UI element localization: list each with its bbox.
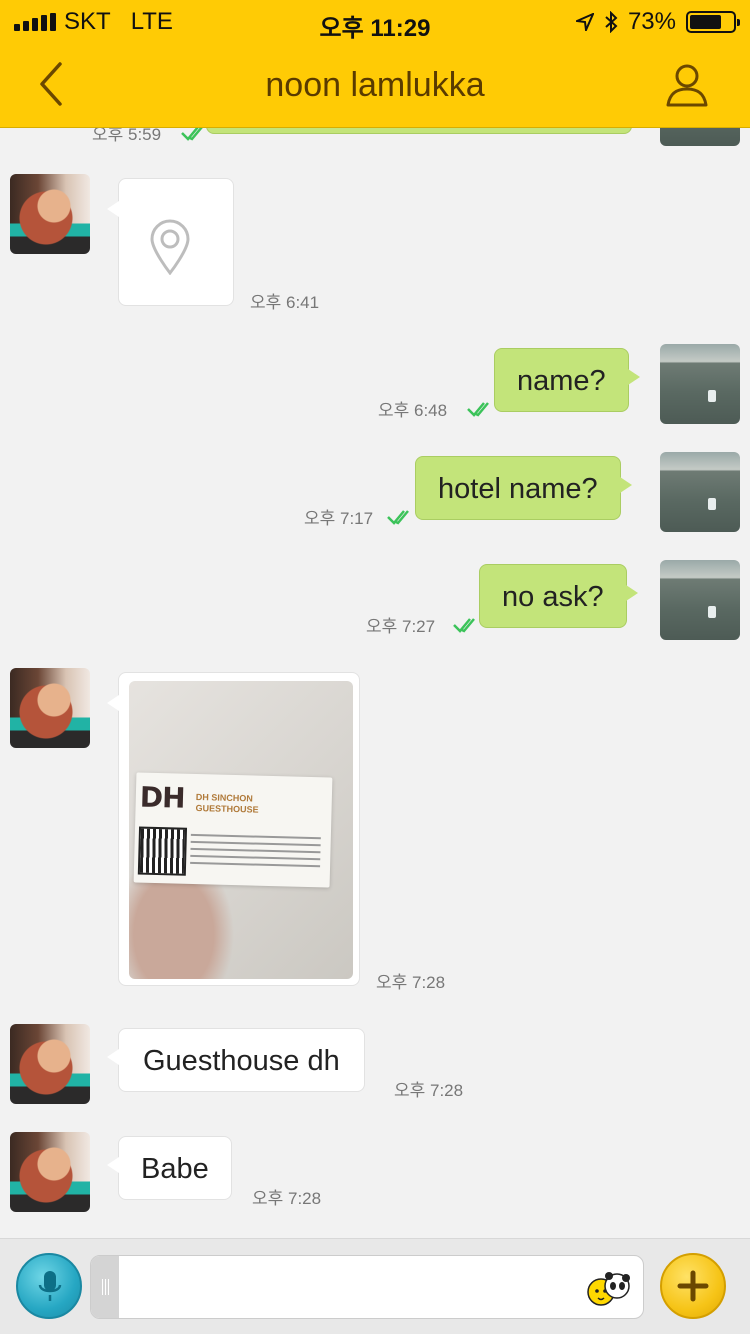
business-card-text-lines bbox=[190, 833, 321, 872]
chat-title: noon lamlukka bbox=[265, 66, 485, 104]
message-bubble-outgoing[interactable]: name? bbox=[494, 348, 640, 412]
message-bubble-incoming[interactable]: Guesthouse dh bbox=[107, 1028, 365, 1092]
emoticon-icon[interactable] bbox=[585, 1268, 631, 1308]
message-time: 오후 7:17 bbox=[304, 509, 374, 528]
message-bubble-outgoing[interactable]: hotel name? bbox=[415, 456, 632, 520]
read-check-icon bbox=[467, 402, 489, 417]
location-arrow-icon bbox=[575, 13, 594, 31]
message-time: 오후 7:28 bbox=[376, 973, 446, 992]
profile-icon[interactable] bbox=[664, 62, 710, 108]
read-check-icon bbox=[453, 618, 475, 633]
battery-icon bbox=[686, 11, 740, 33]
chat-area[interactable]: 오후 5:59 오후 6:41 name? 오후 6:48 hotel name… bbox=[0, 0, 750, 1238]
location-pin-icon bbox=[150, 219, 190, 275]
my-avatar[interactable] bbox=[660, 452, 740, 532]
business-card: DH DH SINCHON GUESTHOUSE bbox=[133, 772, 333, 888]
battery-percent: 73% bbox=[627, 8, 676, 35]
microphone-icon bbox=[38, 1271, 62, 1301]
message-bubble-outgoing[interactable]: no ask? bbox=[479, 564, 638, 628]
message-time: 오후 7:27 bbox=[366, 617, 436, 636]
microphone-button[interactable] bbox=[16, 1253, 82, 1319]
photo-card[interactable]: DH DH SINCHON GUESTHOUSE bbox=[107, 672, 360, 986]
status-bar: SKT LTE 오후 11:29 73% bbox=[0, 0, 750, 42]
plus-icon bbox=[677, 1270, 709, 1302]
message-time: 오후 7:28 bbox=[252, 1189, 322, 1208]
read-check-icon bbox=[387, 510, 409, 525]
input-bar bbox=[0, 1238, 750, 1334]
drag-handle[interactable] bbox=[91, 1256, 119, 1318]
contact-avatar[interactable] bbox=[10, 174, 90, 254]
message-input[interactable] bbox=[90, 1255, 644, 1319]
business-card-logo: DH bbox=[139, 780, 185, 815]
message-time: 오후 6:48 bbox=[378, 401, 448, 420]
business-card-name: DH SINCHON GUESTHOUSE bbox=[195, 792, 259, 815]
contact-avatar[interactable] bbox=[10, 668, 90, 748]
message-time: 오후 6:41 bbox=[250, 293, 320, 312]
qr-code bbox=[137, 826, 188, 876]
add-attachment-button[interactable] bbox=[660, 1253, 726, 1319]
my-avatar[interactable] bbox=[660, 560, 740, 640]
my-avatar[interactable] bbox=[660, 344, 740, 424]
contact-avatar[interactable] bbox=[10, 1132, 90, 1212]
bluetooth-icon bbox=[605, 11, 618, 33]
message-time: 오후 7:28 bbox=[394, 1081, 464, 1100]
business-card-photo[interactable]: DH DH SINCHON GUESTHOUSE bbox=[129, 681, 353, 979]
location-card[interactable] bbox=[107, 178, 234, 306]
message-bubble-incoming[interactable]: Babe bbox=[107, 1136, 232, 1200]
header: SKT LTE 오후 11:29 73% noon lamlukka bbox=[0, 0, 750, 128]
contact-avatar[interactable] bbox=[10, 1024, 90, 1104]
